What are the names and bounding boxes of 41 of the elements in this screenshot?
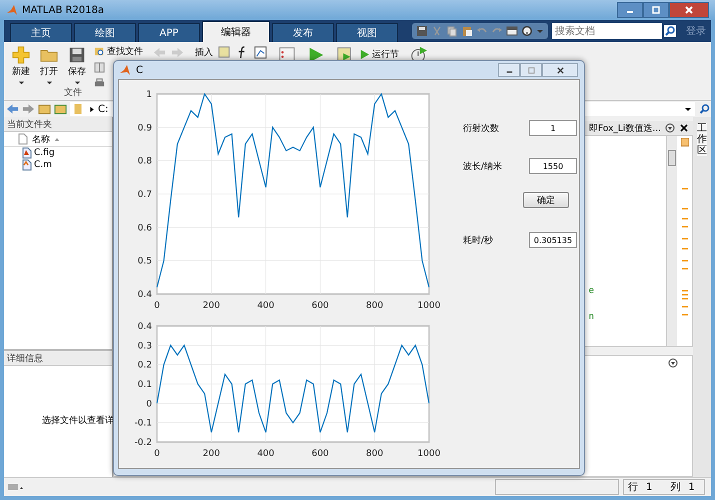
x-tick-label: 200	[202, 449, 220, 459]
details-message: 选择文件以查看详	[42, 416, 114, 426]
field-label: 耗时/秒	[463, 234, 494, 246]
y-tick-label: 0.2	[138, 360, 152, 371]
column-label: 列	[670, 481, 680, 494]
panel-header: 详细信息	[4, 351, 112, 366]
y-tick-label: 0.3	[138, 341, 152, 352]
x-tick-label: 800	[366, 449, 384, 459]
y-tick-label: 0.4	[138, 322, 152, 332]
column-number: 1	[688, 482, 695, 492]
figure-title: C	[136, 64, 143, 76]
x-tick-label: 1000	[418, 301, 440, 311]
y-tick-label: 1	[146, 90, 152, 100]
x-tick-label: 800	[366, 301, 384, 311]
y-tick-label: 0.5	[138, 256, 152, 267]
y-tick-label: -0.1	[134, 418, 152, 429]
y-tick-label: 0.1	[138, 380, 152, 390]
y-tick-label: 0.6	[138, 223, 152, 234]
group-label: 文件	[64, 86, 82, 99]
x-tick-label: 400	[257, 449, 274, 459]
window-title: MATLAB R2018a	[22, 4, 104, 16]
code-text: n	[588, 312, 594, 322]
y-tick-label: 0	[146, 399, 152, 410]
x-tick-label: 400	[257, 301, 274, 311]
y-tick-label: -0.2	[134, 438, 152, 448]
x-tick-label: 0	[154, 301, 160, 311]
panel-header: 当前文件夹	[4, 117, 112, 132]
line-label: 行	[628, 481, 638, 494]
x-tick-label: 600	[312, 449, 329, 459]
x-tick-label: 1000	[418, 449, 440, 459]
code-text: e	[588, 286, 594, 296]
line-number: 1	[646, 482, 652, 492]
field-label: 波长/纳米	[463, 160, 504, 172]
y-tick-label: 0.7	[138, 190, 152, 200]
y-tick-label: 0.4	[138, 290, 152, 300]
y-tick-label: 0.9	[138, 123, 152, 134]
y-tick-label: 0.8	[138, 156, 152, 167]
x-tick-label: 600	[312, 301, 329, 311]
x-tick-label: 200	[202, 301, 220, 311]
x-tick-label: 0	[154, 449, 160, 459]
field-label: 衍射次数	[463, 122, 500, 134]
